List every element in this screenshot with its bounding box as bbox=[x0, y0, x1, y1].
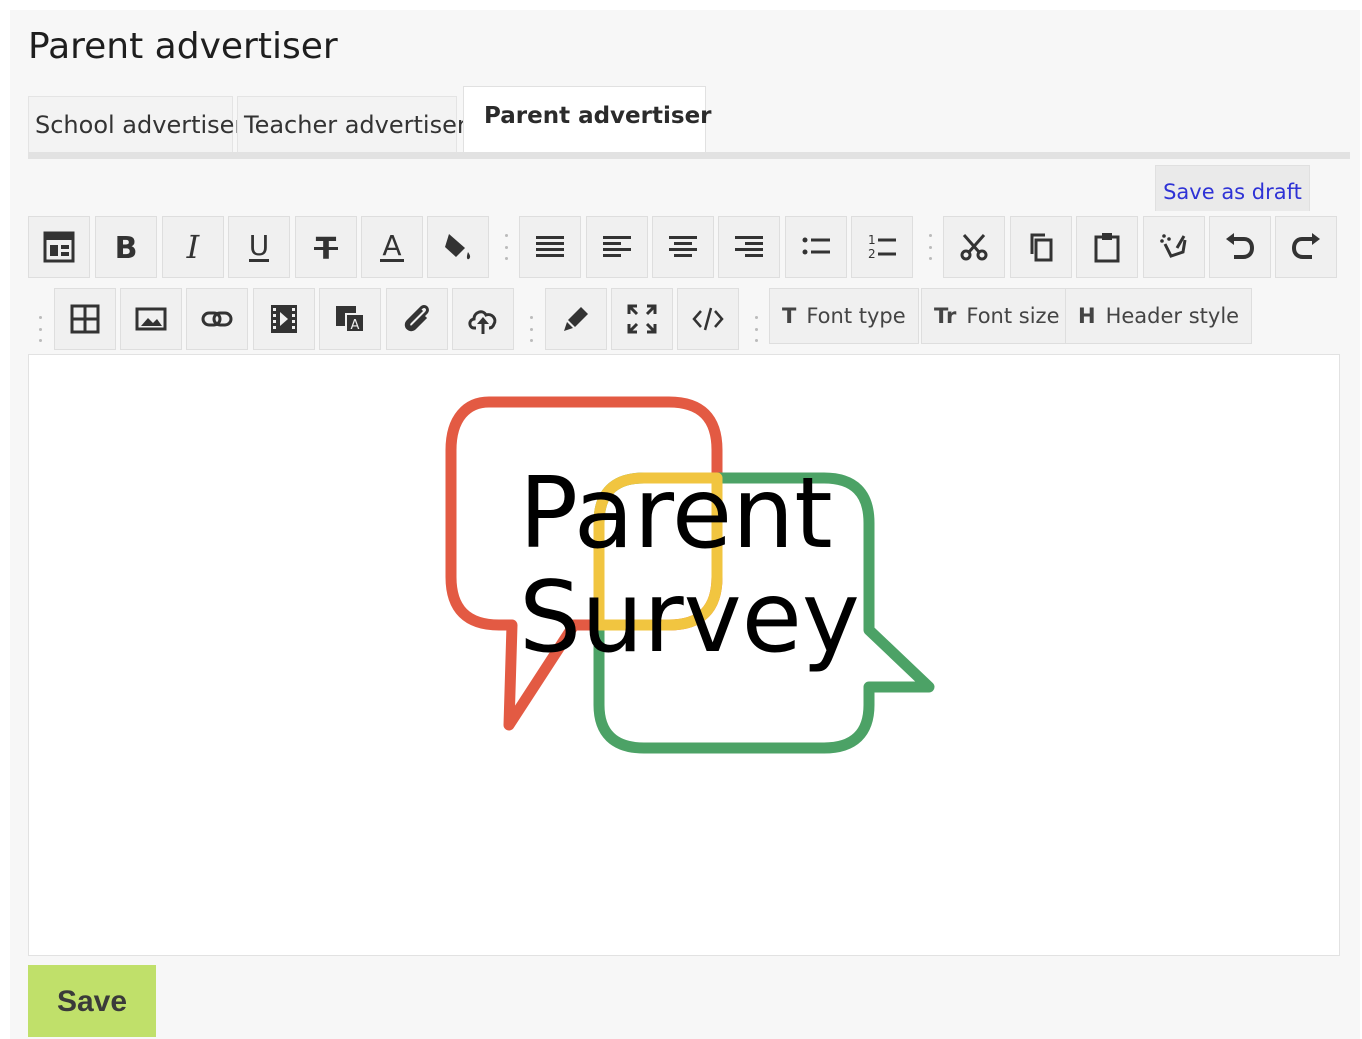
tab-school-advertiser[interactable]: School advertiser bbox=[28, 96, 244, 154]
video-button[interactable] bbox=[253, 288, 315, 350]
bold-button[interactable]: B bbox=[95, 216, 157, 278]
align-right-button[interactable] bbox=[718, 216, 780, 278]
align-justify-icon bbox=[536, 236, 564, 257]
numbered-list-icon: 12 bbox=[868, 233, 896, 261]
toolbar-separator bbox=[37, 316, 43, 342]
fill-color-icon bbox=[445, 234, 471, 260]
table-button[interactable] bbox=[54, 288, 116, 350]
paste-icon bbox=[1094, 233, 1120, 263]
align-justify-button[interactable] bbox=[519, 216, 581, 278]
logo-line-2: Survey bbox=[519, 561, 860, 675]
upload-button[interactable] bbox=[452, 288, 514, 350]
toolbar-separator bbox=[753, 316, 759, 342]
paste-button[interactable] bbox=[1076, 216, 1138, 278]
logo-line-1: Parent bbox=[519, 457, 833, 571]
font-size-icon: Tr bbox=[934, 304, 957, 328]
bullet-list-icon bbox=[802, 237, 830, 255]
align-right-icon bbox=[735, 236, 763, 257]
svg-text:A: A bbox=[351, 318, 360, 333]
font-size-button[interactable]: Tr Font size bbox=[921, 288, 1073, 344]
svg-text:I: I bbox=[186, 230, 201, 264]
font-type-icon: T bbox=[782, 304, 797, 328]
underline-icon: U bbox=[249, 230, 270, 262]
align-left-icon bbox=[603, 236, 631, 257]
code-icon bbox=[692, 307, 724, 331]
numbered-list-button[interactable]: 12 bbox=[851, 216, 913, 278]
cut-button[interactable] bbox=[943, 216, 1005, 278]
italic-button[interactable]: I bbox=[162, 216, 224, 278]
underline-button[interactable]: U bbox=[228, 216, 290, 278]
bullet-list-button[interactable] bbox=[785, 216, 847, 278]
highlight-button[interactable] bbox=[545, 288, 607, 350]
code-button[interactable] bbox=[677, 288, 739, 350]
cut-icon bbox=[960, 234, 988, 261]
strikethrough-icon: T bbox=[314, 232, 338, 264]
italic-icon: I bbox=[186, 230, 201, 264]
redo-button[interactable] bbox=[1275, 216, 1337, 278]
table-icon bbox=[70, 304, 100, 334]
font-size-label: Font size bbox=[966, 304, 1060, 328]
font-color-button[interactable]: A bbox=[361, 216, 423, 278]
toolbar-separator bbox=[927, 234, 933, 260]
clear-format-icon bbox=[1160, 234, 1187, 258]
undo-button[interactable] bbox=[1209, 216, 1271, 278]
svg-text:A: A bbox=[382, 230, 401, 262]
redo-icon bbox=[1291, 233, 1320, 259]
video-icon bbox=[271, 305, 297, 333]
font-type-label: Font type bbox=[806, 304, 906, 328]
image-button[interactable] bbox=[120, 288, 182, 350]
special-char-button[interactable]: A bbox=[319, 288, 381, 350]
toolbar-separator bbox=[528, 316, 534, 342]
toolbar-separator bbox=[503, 234, 509, 260]
tab-teacher-advertiser[interactable]: Teacher advertiser bbox=[237, 96, 467, 154]
editor-content-area[interactable]: Parent Survey bbox=[28, 354, 1340, 956]
image-icon bbox=[135, 307, 167, 331]
font-type-button[interactable]: T Font type bbox=[769, 288, 919, 344]
header-style-label: Header style bbox=[1105, 304, 1240, 328]
svg-text:2: 2 bbox=[868, 247, 876, 261]
undo-icon bbox=[1226, 233, 1255, 259]
link-icon bbox=[201, 311, 233, 327]
copy-icon bbox=[1030, 233, 1053, 262]
header-style-button[interactable]: H Header style bbox=[1065, 288, 1253, 344]
save-button[interactable]: Save bbox=[28, 965, 156, 1037]
copy-button[interactable] bbox=[1010, 216, 1072, 278]
template-icon bbox=[43, 231, 75, 263]
tab-underline bbox=[28, 152, 1350, 159]
template-button[interactable] bbox=[28, 216, 90, 278]
attachment-button[interactable] bbox=[386, 288, 448, 350]
strikethrough-button[interactable]: T bbox=[295, 216, 357, 278]
svg-text:1: 1 bbox=[868, 233, 876, 247]
svg-text:U: U bbox=[249, 230, 270, 262]
special-char-icon: A bbox=[336, 306, 365, 333]
font-color-icon: A bbox=[380, 230, 404, 262]
save-as-draft-button[interactable]: Save as draft bbox=[1155, 165, 1310, 211]
link-button[interactable] bbox=[186, 288, 248, 350]
highlight-icon bbox=[564, 307, 588, 331]
fullscreen-button[interactable] bbox=[611, 288, 673, 350]
bold-icon: B bbox=[115, 231, 138, 264]
header-style-icon: H bbox=[1078, 304, 1096, 328]
upload-icon bbox=[468, 310, 497, 334]
attachment-icon bbox=[404, 305, 429, 332]
clear-format-button[interactable] bbox=[1143, 216, 1205, 278]
align-left-button[interactable] bbox=[586, 216, 648, 278]
fill-color-button[interactable] bbox=[427, 216, 489, 278]
fullscreen-icon bbox=[627, 304, 657, 334]
align-center-icon bbox=[669, 236, 697, 257]
svg-text:B: B bbox=[115, 231, 138, 264]
page-title: Parent advertiser bbox=[28, 26, 338, 67]
tab-parent-advertiser[interactable]: Parent advertiser bbox=[463, 86, 712, 154]
align-center-button[interactable] bbox=[652, 216, 714, 278]
parent-survey-logo: Parent Survey bbox=[445, 396, 935, 754]
